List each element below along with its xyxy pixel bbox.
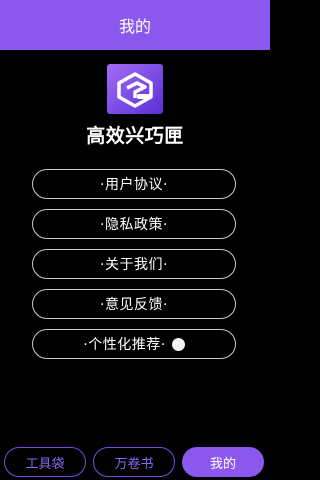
feedback-label: ·意见反馈· [100, 297, 168, 313]
about-us-button[interactable]: ·关于我们· [32, 249, 236, 279]
tab-mine[interactable]: 我的 [182, 447, 264, 477]
recommendation-toggle[interactable] [171, 337, 185, 351]
header-bar: 我的 [0, 0, 270, 50]
page-title: 我的 [118, 17, 151, 36]
tab-library[interactable]: 万卷书 [93, 447, 175, 477]
user-agreement-label: ·用户协议· [100, 177, 168, 193]
bottom-tab-bar: 工具袋 万卷书 我的 [0, 445, 270, 480]
personalized-recommendation-label: ·个性化推荐· [83, 337, 166, 353]
privacy-policy-button[interactable]: ·隐私政策· [32, 209, 236, 239]
about-us-label: ·关于我们· [100, 257, 168, 273]
tab-mine-label: 我的 [209, 456, 236, 472]
personalized-recommendation-button[interactable]: ·个性化推荐· [32, 329, 236, 359]
app-logo-icon [107, 64, 163, 114]
app-name: 高效兴巧匣 [86, 125, 184, 147]
user-agreement-button[interactable]: ·用户协议· [32, 169, 236, 199]
feedback-button[interactable]: ·意见反馈· [32, 289, 236, 319]
privacy-policy-label: ·隐私政策· [100, 217, 168, 233]
tab-toolbox-label: 工具袋 [25, 456, 65, 472]
tab-library-label: 万卷书 [114, 456, 154, 472]
tab-toolbox[interactable]: 工具袋 [4, 447, 86, 477]
